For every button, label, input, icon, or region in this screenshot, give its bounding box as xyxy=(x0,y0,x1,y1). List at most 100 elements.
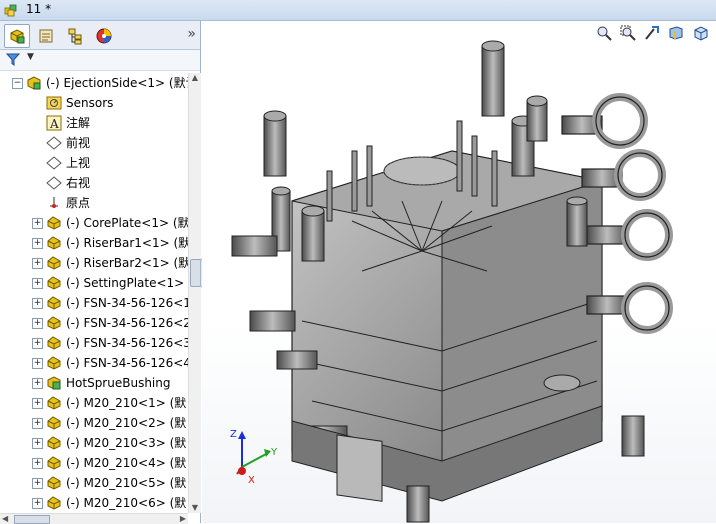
tree-item-label: (-) RiserBar2<1> (默 xyxy=(66,256,188,270)
triad-x-label: X xyxy=(248,475,255,485)
tree-horizontal-scrollbar[interactable]: ◀ ▶ xyxy=(0,513,188,524)
tree-item-component[interactable]: + (-) RiserBar1<1> (默 xyxy=(0,233,188,253)
reference-triad: Z Y X xyxy=(230,429,278,485)
tree-item-component[interactable]: + (-) FSN-34-56-126<2 xyxy=(0,313,188,333)
expand-toggle[interactable]: + xyxy=(32,498,43,509)
tree-item-label: (-) M20_210<2> (默 xyxy=(66,416,187,430)
tree-item-label: 上视 xyxy=(66,156,91,170)
tree-item-label: (-) M20_210<4> (默 xyxy=(66,456,187,470)
filter-dropdown-icon[interactable]: ▼ xyxy=(27,52,34,62)
filter-icon[interactable] xyxy=(6,53,20,66)
expand-toggle[interactable]: + xyxy=(32,418,43,429)
tree-item-label: 原点 xyxy=(66,196,91,210)
tree-item-component[interactable]: + (-) M20_210<3> (默 xyxy=(0,433,188,453)
title-bar: 11 * xyxy=(0,0,716,21)
tree-item-component[interactable]: + (-) M20_210<5> (默 xyxy=(0,473,188,493)
plane-icon xyxy=(46,136,62,150)
tree-item-front-plane[interactable]: 前视 xyxy=(0,133,188,153)
tree-item-label: 右视 xyxy=(66,176,91,190)
expand-toggle[interactable]: + xyxy=(32,238,43,249)
expand-toggle[interactable]: + xyxy=(32,438,43,449)
tree-item-right-plane[interactable]: 右视 xyxy=(0,173,188,193)
tree-item-label: (-) FSN-34-56-126<2 xyxy=(66,316,188,330)
scroll-up-icon[interactable]: ▲ xyxy=(190,73,200,83)
feature-tree: − (-) EjectionSide<1> (默认 Sensors A 注解 前… xyxy=(0,73,188,513)
tree-item-annotations[interactable]: A 注解 xyxy=(0,113,188,133)
tree-item-component[interactable]: + (-) M20_210<6> (默 xyxy=(0,493,188,513)
part-icon xyxy=(47,436,61,450)
tree-item-label: 注解 xyxy=(66,116,91,130)
expand-toggle[interactable]: + xyxy=(32,218,43,229)
part-icon xyxy=(47,256,61,270)
expand-toggle[interactable]: + xyxy=(32,258,43,269)
feature-tree-icon xyxy=(10,29,25,44)
tree-item-label: (-) FSN-34-56-126<4 xyxy=(66,356,188,370)
tree-item-subassembly[interactable]: + HotSprueBushing xyxy=(0,373,188,393)
expand-toggle[interactable]: + xyxy=(32,338,43,349)
tree-item-component[interactable]: + (-) FSN-34-56-126<4 xyxy=(0,353,188,373)
part-icon xyxy=(47,456,61,470)
tree-vertical-scrollbar[interactable]: ▲ ▼ xyxy=(188,73,201,513)
feature-manager-tab[interactable] xyxy=(4,24,30,48)
expand-toggle[interactable]: + xyxy=(32,298,43,309)
part-icon xyxy=(47,476,61,490)
window-title: 11 * xyxy=(26,2,52,16)
expand-toggle[interactable]: + xyxy=(32,278,43,289)
part-icon xyxy=(47,296,61,310)
scroll-left-icon[interactable]: ◀ xyxy=(2,514,8,523)
tree-item-component[interactable]: + (-) FSN-34-56-126<3 xyxy=(0,333,188,353)
collapse-toggle[interactable]: − xyxy=(12,78,23,89)
display-manager-tab[interactable] xyxy=(91,24,117,48)
expand-toggle[interactable]: + xyxy=(32,398,43,409)
tree-item-component[interactable]: + (-) FSN-34-56-126<1 xyxy=(0,293,188,313)
scroll-right-icon[interactable]: ▶ xyxy=(180,514,186,523)
scroll-down-icon[interactable]: ▼ xyxy=(190,503,200,513)
expand-toggle[interactable]: + xyxy=(32,318,43,329)
svg-text:A: A xyxy=(49,117,59,131)
origin-icon xyxy=(50,197,58,208)
expand-toggle[interactable]: + xyxy=(32,458,43,469)
tree-item-label: (-) CorePlate<1> (默 xyxy=(66,216,188,230)
tree-item-origin[interactable]: 原点 xyxy=(0,193,188,213)
feature-manager-panel: » ▼ − (-) EjectionSide<1> (默认 Sensors A … xyxy=(0,21,201,524)
part-icon xyxy=(47,216,61,230)
part-icon xyxy=(47,276,61,290)
part-icon xyxy=(47,336,61,350)
part-icon xyxy=(47,416,61,430)
tree-item-label: (-) FSN-34-56-126<3 xyxy=(66,336,188,350)
graphics-viewport[interactable]: Z Y X xyxy=(202,21,716,523)
sensors-icon xyxy=(46,96,62,110)
tree-item-component[interactable]: + (-) CorePlate<1> (默 xyxy=(0,213,188,233)
expand-toggle[interactable]: + xyxy=(32,378,43,389)
tree-item-component[interactable]: + (-) M20_210<1> (默 xyxy=(0,393,188,413)
configuration-manager-tab[interactable] xyxy=(62,24,88,48)
expand-toggle[interactable]: + xyxy=(32,478,43,489)
property-manager-icon xyxy=(39,29,53,43)
tree-item-top-plane[interactable]: 上视 xyxy=(0,153,188,173)
tree-item-sensors[interactable]: Sensors xyxy=(0,93,188,113)
tree-item-component[interactable]: + (-) RiserBar2<1> (默 xyxy=(0,253,188,273)
tree-item-component[interactable]: + (-) M20_210<2> (默 xyxy=(0,413,188,433)
panel-expand-icon[interactable]: » xyxy=(187,26,196,42)
tree-item-label: (-) SettingPlate<1> ( xyxy=(66,276,188,290)
tree-item-component[interactable]: + (-) SettingPlate<1> ( xyxy=(0,273,188,293)
triad-y-label: Y xyxy=(270,447,278,458)
tree-item-label: (-) M20_210<6> (默 xyxy=(66,496,187,510)
expand-toggle[interactable]: + xyxy=(32,358,43,369)
tree-item-component[interactable]: + (-) M20_210<4> (默 xyxy=(0,453,188,473)
assembly-icon xyxy=(27,76,41,90)
subassembly-icon xyxy=(47,376,61,390)
tree-item-label: (-) FSN-34-56-126<1 xyxy=(66,296,188,310)
plane-icon xyxy=(46,176,62,190)
display-manager-icon xyxy=(96,28,112,44)
tree-item-label: 前视 xyxy=(66,136,91,150)
configuration-manager-icon xyxy=(68,28,82,45)
tree-item-label: (-) M20_210<5> (默 xyxy=(66,476,187,490)
plane-icon xyxy=(46,156,62,170)
tree-root-item[interactable]: − (-) EjectionSide<1> (默认 xyxy=(0,73,188,93)
part-icon xyxy=(47,396,61,410)
tree-root-label: (-) EjectionSide<1> (默认 xyxy=(46,76,188,90)
property-manager-tab[interactable] xyxy=(33,24,59,48)
part-icon xyxy=(47,496,61,510)
tree-item-label: (-) M20_210<1> (默 xyxy=(66,396,187,410)
